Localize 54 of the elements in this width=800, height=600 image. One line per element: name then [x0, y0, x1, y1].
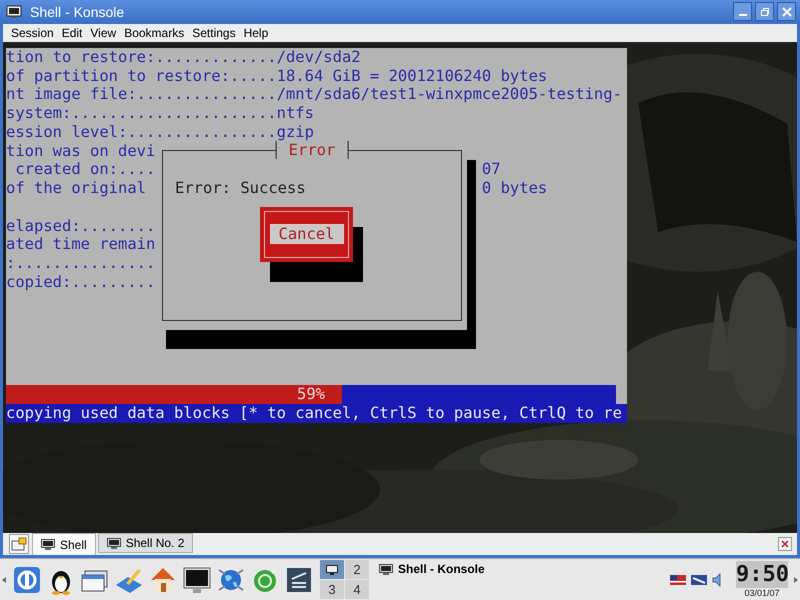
terminal-line: tion to restore:............./dev/sda2: [6, 48, 361, 66]
desktop-button[interactable]: 3: [320, 580, 344, 599]
monitor-icon: [41, 539, 55, 550]
window-title: Shell - Konsole: [30, 4, 126, 20]
monitor-icon: [326, 564, 338, 574]
tab[interactable]: Shell: [32, 533, 96, 555]
terminal-text: 07: [482, 160, 501, 180]
cancel-button[interactable]: Cancel: [260, 206, 353, 262]
menu-item[interactable]: Settings: [188, 26, 240, 40]
terminal-line: elapsed:........: [6, 216, 156, 235]
terminal-line: ated time remain: [6, 235, 156, 254]
terminal-line: ession level:................gzip: [6, 122, 314, 141]
terminal-icon[interactable]: [182, 564, 212, 594]
terminal-line: of the original: [6, 179, 147, 198]
terminal-line: created on:....: [14, 160, 156, 178]
terminal-line: system:......................ntfs: [6, 104, 314, 122]
terminal-line: nt image file:.............../mnt/sda6/test1-winxpmce2005-testing-: [6, 85, 622, 104]
desktop-button[interactable]: 4: [345, 580, 369, 599]
tab[interactable]: Shell No. 2: [98, 533, 194, 553]
minimize-icon: [738, 14, 746, 16]
desktop-button[interactable]: [320, 560, 344, 579]
menu-item[interactable]: Help: [240, 26, 272, 40]
network-icon[interactable]: [691, 574, 707, 584]
terminal-line: :...............: [6, 254, 156, 272]
terminal-text: 0 bytes: [482, 179, 548, 198]
close-tab-icon[interactable]: [778, 537, 792, 551]
flag-icon[interactable]: [670, 574, 686, 584]
dialog-title: Error: [276, 140, 348, 159]
clock-date: 03/01/07: [744, 588, 780, 598]
arrow-icon[interactable]: [2, 576, 6, 582]
monitor-icon: [379, 564, 393, 574]
minimize-button[interactable]: [733, 2, 752, 22]
terminal-line: of partition to restore:.....18.64 GiB = 20012106240 bytes: [6, 66, 548, 85]
menu-item[interactable]: Edit: [58, 26, 86, 40]
monitor-icon: [106, 538, 121, 548]
terminal-line: tion was on devi: [6, 142, 156, 160]
menu-item[interactable]: View: [86, 26, 120, 40]
task-button[interactable]: Shell - Konsole: [375, 562, 489, 576]
menu-item[interactable]: Bookmarks: [120, 26, 188, 40]
progress-label: 59%: [296, 385, 326, 404]
clock-time: 9:50: [736, 560, 788, 588]
desktop-button[interactable]: 2: [345, 560, 369, 579]
close-icon: [782, 6, 792, 17]
new-session-icon: [11, 537, 27, 551]
terminal-line: copied:.........: [6, 272, 156, 291]
clock[interactable]: 9:50 03/01/07: [736, 560, 788, 598]
menu-item[interactable]: Session: [7, 26, 58, 40]
arrow-icon[interactable]: [794, 576, 798, 582]
restore-button[interactable]: [755, 2, 774, 22]
close-button[interactable]: [777, 2, 796, 22]
restore-icon: [760, 6, 770, 17]
new-session-button[interactable]: [9, 534, 29, 554]
monitor-icon: [6, 4, 22, 19]
dialog-message: Error: Success: [175, 178, 306, 198]
